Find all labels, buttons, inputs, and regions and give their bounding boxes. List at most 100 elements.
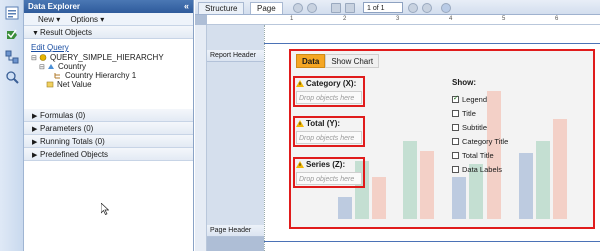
band-report-header[interactable]: Report Header bbox=[207, 50, 264, 62]
explorer-icon[interactable] bbox=[5, 6, 19, 20]
dimension-icon bbox=[48, 64, 54, 70]
tree-item-query[interactable]: ⊟ QUERY_SIMPLE_HIERARCHY bbox=[24, 53, 193, 62]
tab-show-chart[interactable]: Show Chart bbox=[325, 54, 380, 68]
page-number-text: 1 of 1 bbox=[367, 5, 385, 12]
section-divider bbox=[264, 241, 600, 242]
vertical-ruler bbox=[195, 25, 207, 251]
section-divider bbox=[264, 43, 600, 44]
ruler-number: 2 bbox=[343, 16, 347, 22]
last-page-icon[interactable] bbox=[422, 3, 432, 13]
tree-label: Country bbox=[58, 62, 87, 71]
background-bar bbox=[536, 141, 550, 219]
section-label: Formulas (0) bbox=[40, 111, 86, 120]
section-label: Predefined Objects bbox=[40, 150, 109, 159]
category-drop-zone[interactable]: Drop objects here bbox=[296, 91, 362, 104]
tab-structure[interactable]: Structure bbox=[198, 2, 245, 14]
new-menu[interactable]: New ▾ bbox=[38, 15, 60, 24]
subtitle-checkbox[interactable] bbox=[452, 124, 459, 131]
previous-page-icon[interactable] bbox=[307, 3, 317, 13]
refresh-icon[interactable] bbox=[441, 3, 451, 13]
mouse-cursor-icon bbox=[101, 203, 109, 215]
expand-down-icon: ▼ bbox=[32, 30, 39, 37]
ruler-number: 3 bbox=[396, 16, 400, 22]
total-title-checkbox[interactable] bbox=[452, 152, 459, 159]
tree-item-net-value[interactable]: Net Value bbox=[24, 80, 193, 89]
warning-icon bbox=[296, 161, 304, 168]
report-design-area: Structure Page 1 of 1 1 2 3 4 5 6 Report… bbox=[195, 0, 600, 251]
section-label: Result Objects bbox=[40, 28, 93, 37]
data-explorer-title: Data Explorer bbox=[28, 2, 81, 11]
option-label: Subtitle bbox=[462, 123, 488, 132]
warning-icon bbox=[296, 80, 304, 87]
option-label: Total Title bbox=[462, 151, 494, 160]
section-result-objects[interactable]: ▼Result Objects bbox=[24, 26, 193, 39]
chart-placeholder[interactable]: Data Show Chart Category (X): Drop object… bbox=[289, 49, 595, 229]
tree-label: Country Hierarchy 1 bbox=[65, 71, 137, 80]
data-explorer-header: Data Explorer « bbox=[24, 0, 193, 13]
background-bar bbox=[420, 151, 434, 219]
series-drop-zone[interactable]: Drop objects here bbox=[296, 172, 362, 185]
background-bar bbox=[519, 153, 533, 219]
hierarchy-icon bbox=[54, 73, 60, 79]
tree-item-hierarchy[interactable]: Country Hierarchy 1 bbox=[24, 71, 193, 80]
ruler-number: 5 bbox=[502, 16, 506, 22]
background-bar bbox=[452, 177, 466, 219]
field-icon[interactable] bbox=[5, 28, 19, 42]
horizontal-ruler: 1 2 3 4 5 6 bbox=[207, 15, 600, 25]
category-title-checkbox[interactable] bbox=[452, 138, 459, 145]
tree-label: Net Value bbox=[57, 80, 92, 89]
option-category-title[interactable]: Category Title bbox=[452, 137, 508, 146]
outline-icon[interactable] bbox=[5, 50, 19, 64]
chart-editor-tabs: Data Show Chart bbox=[296, 54, 380, 68]
ruler-number: 6 bbox=[555, 16, 559, 22]
chart-editor: Data Show Chart Category (X): Drop object… bbox=[293, 53, 593, 227]
option-label: Data Labels bbox=[462, 165, 503, 174]
legend-checkbox[interactable] bbox=[452, 94, 459, 103]
option-total-title[interactable]: Total Title bbox=[452, 151, 494, 160]
expand-right-icon: ▶ bbox=[32, 152, 38, 159]
background-bar bbox=[553, 119, 567, 219]
tree-item-country[interactable]: ⊟ Country bbox=[24, 62, 193, 71]
page-setup-icon[interactable] bbox=[331, 3, 341, 13]
edit-query-link[interactable]: Edit Query bbox=[24, 43, 193, 53]
section-running-totals[interactable]: ▶ Running Totals (0) bbox=[24, 135, 193, 148]
option-label: Category Title bbox=[462, 137, 509, 146]
section-label: Running Totals (0) bbox=[40, 137, 105, 146]
query-icon bbox=[39, 54, 47, 62]
option-label: Legend bbox=[462, 95, 488, 104]
section-predefined-objects[interactable]: ▶ Predefined Objects bbox=[24, 148, 193, 161]
data-labels-checkbox[interactable] bbox=[452, 166, 459, 173]
ruler-number: 1 bbox=[290, 16, 294, 22]
option-legend[interactable]: Legend bbox=[452, 94, 488, 104]
category-label-text: Category (X): bbox=[306, 79, 357, 88]
ruler-number: 4 bbox=[449, 16, 453, 22]
first-page-icon[interactable] bbox=[293, 3, 303, 13]
section-parameters[interactable]: ▶ Parameters (0) bbox=[24, 122, 193, 135]
left-tool-strip bbox=[0, 0, 24, 251]
section-label: Parameters (0) bbox=[40, 124, 94, 133]
band-page-header[interactable]: Page Header bbox=[207, 225, 264, 237]
total-drop-zone[interactable]: Drop objects here bbox=[296, 131, 362, 144]
options-menu[interactable]: Options ▾ bbox=[70, 15, 104, 24]
option-title[interactable]: Title bbox=[452, 109, 476, 118]
background-bar bbox=[338, 197, 352, 219]
series-label-text: Series (Z): bbox=[306, 160, 346, 169]
explorer-menu-bar: New ▾ Options ▾ bbox=[24, 13, 193, 26]
option-subtitle[interactable]: Subtitle bbox=[452, 123, 487, 132]
view-toolbar: Structure Page 1 of 1 bbox=[195, 0, 600, 15]
warning-icon bbox=[296, 120, 304, 127]
next-page-icon[interactable] bbox=[408, 3, 418, 13]
option-data-labels[interactable]: Data Labels bbox=[452, 165, 502, 174]
title-checkbox[interactable] bbox=[452, 110, 459, 117]
find-icon[interactable] bbox=[5, 70, 19, 84]
total-label-text: Total (Y): bbox=[306, 119, 341, 128]
collapse-panel-icon[interactable]: « bbox=[184, 0, 189, 13]
print-icon[interactable] bbox=[345, 3, 355, 13]
category-axis-label: Category (X): bbox=[296, 79, 356, 88]
section-formulas[interactable]: ▶ Formulas (0) bbox=[24, 109, 193, 122]
tab-page[interactable]: Page bbox=[250, 2, 283, 14]
series-axis-label: Series (Z): bbox=[296, 160, 345, 169]
tab-data[interactable]: Data bbox=[296, 54, 326, 68]
background-bar bbox=[372, 177, 386, 219]
page-number-field[interactable]: 1 of 1 bbox=[363, 2, 403, 13]
